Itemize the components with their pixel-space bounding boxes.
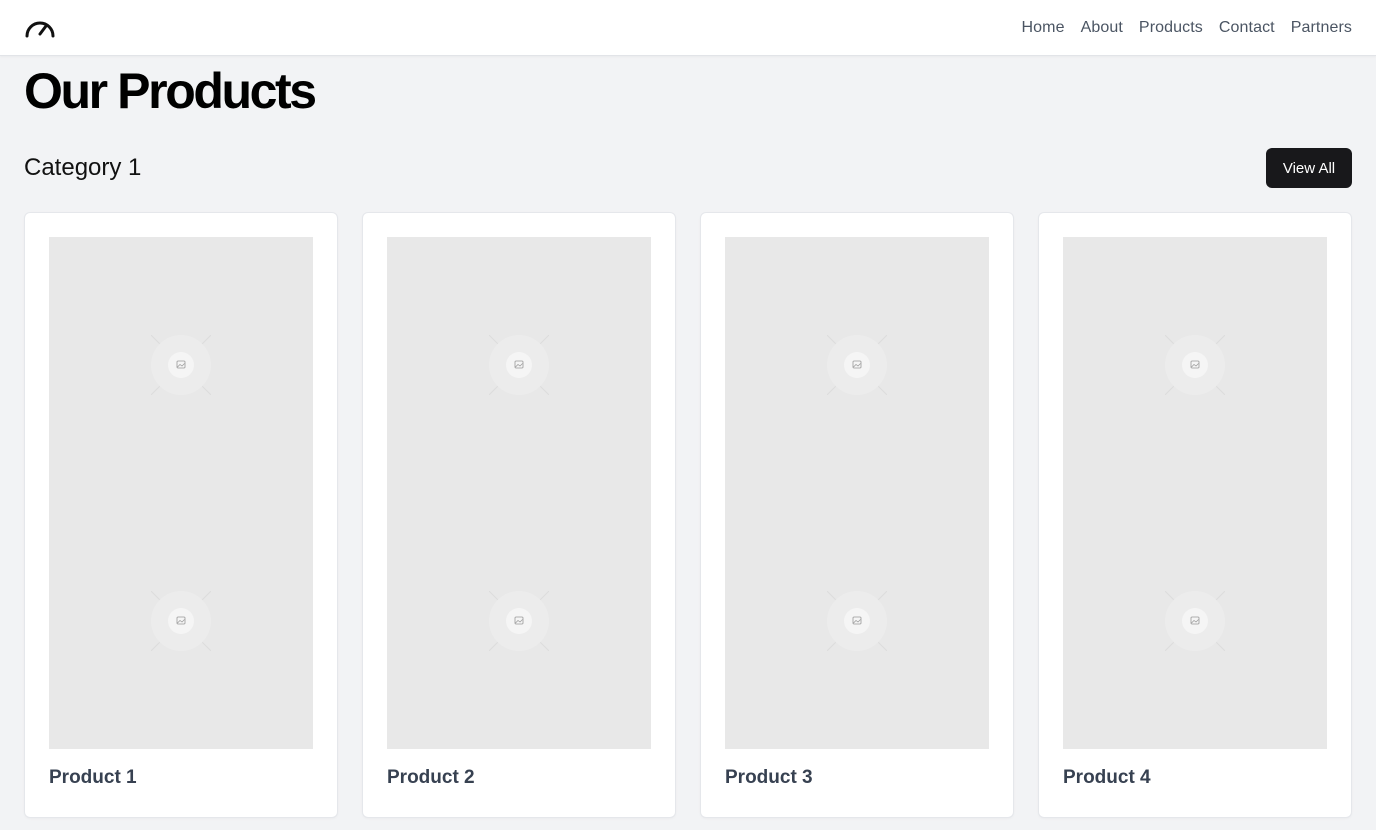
product-name[interactable]: Product 1: [49, 767, 137, 789]
image-placeholder-icon: [1165, 335, 1225, 395]
view-all-button[interactable]: View All: [1266, 148, 1352, 188]
page-title: Our Products: [24, 63, 317, 119]
product-image: [49, 237, 313, 749]
nav-link-products[interactable]: Products: [1139, 19, 1203, 37]
image-placeholder-icon: [489, 335, 549, 395]
image-placeholder-icon: [151, 335, 211, 395]
top-navbar: Home About Products Contact Partners: [0, 0, 1376, 56]
product-card[interactable]: Product 1: [24, 212, 338, 818]
nav-link-partners[interactable]: Partners: [1291, 19, 1352, 37]
image-placeholder-icon: [151, 591, 211, 651]
nav-link-about[interactable]: About: [1081, 19, 1123, 37]
product-image: [387, 237, 651, 749]
product-card[interactable]: Product 4: [1038, 212, 1352, 818]
product-image: [725, 237, 989, 749]
image-placeholder-icon: [827, 335, 887, 395]
image-placeholder-icon: [827, 591, 887, 651]
product-card[interactable]: Product 2: [362, 212, 676, 818]
category-section-header: Category 1 View All: [24, 148, 1352, 188]
product-name[interactable]: Product 2: [387, 767, 475, 789]
nav-links: Home About Products Contact Partners: [1022, 0, 1352, 56]
image-placeholder-icon: [489, 591, 549, 651]
nav-link-home[interactable]: Home: [1022, 19, 1065, 37]
product-image: [1063, 237, 1327, 749]
product-name[interactable]: Product 4: [1063, 767, 1151, 789]
product-name[interactable]: Product 3: [725, 767, 813, 789]
gauge-icon[interactable]: [24, 14, 56, 42]
category-title: Category 1: [24, 154, 142, 181]
product-grid: Product 1 Product 2 Product 3 Product 4: [24, 212, 1352, 818]
nav-link-contact[interactable]: Contact: [1219, 19, 1275, 37]
product-card[interactable]: Product 3: [700, 212, 1014, 818]
image-placeholder-icon: [1165, 591, 1225, 651]
